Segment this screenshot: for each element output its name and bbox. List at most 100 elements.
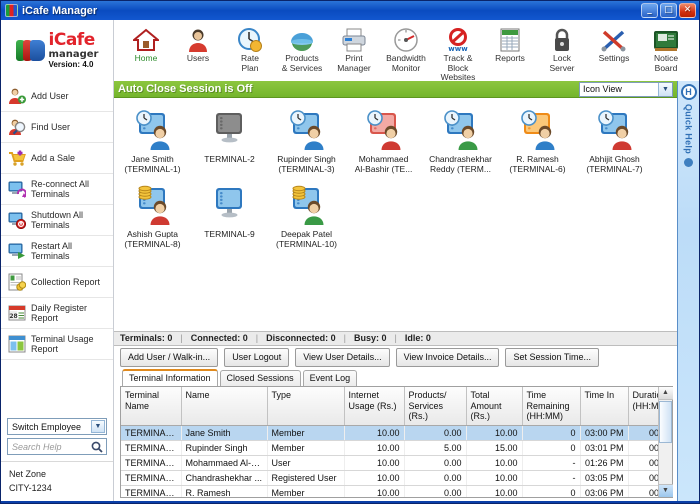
- tab-closed-sessions[interactable]: Closed Sessions: [220, 370, 301, 386]
- table-row[interactable]: TERMINAL-5Chandrashekhar ...Registered U…: [121, 471, 658, 486]
- help-icon: ?: [692, 25, 700, 52]
- sidebar-item-restart-all-terminals[interactable]: Restart All Terminals: [1, 236, 113, 267]
- minimize-button[interactable]: _: [641, 3, 658, 18]
- table-row[interactable]: TERMINAL-3Rupinder SinghMember10.005.001…: [121, 441, 658, 456]
- sidebar-item-add-a-sale[interactable]: Add a Sale: [1, 143, 113, 174]
- table-cell: 0.00: [404, 456, 466, 471]
- scroll-down-arrow-icon[interactable]: ▼: [659, 484, 673, 497]
- terminal-id: (TERMINAL-1): [115, 164, 190, 174]
- toolbar-item-notice-board[interactable]: Notice Board: [640, 23, 692, 73]
- view-invoice-details-button[interactable]: View Invoice Details...: [396, 348, 500, 367]
- sidebar-item-find-user[interactable]: Find User: [1, 112, 113, 143]
- toolbar-item-home[interactable]: Home: [120, 23, 172, 64]
- terminal-tile-label: Deepak Patel(TERMINAL-10): [269, 229, 344, 250]
- connected-label: Connected:: [191, 333, 241, 343]
- terminal-table: Terminal NameNameTypeInternet Usage (Rs.…: [121, 387, 658, 497]
- main-body: Add User Find User: [1, 81, 699, 501]
- table-cell: 0: [522, 426, 580, 441]
- toolbar-item-bandwidth-monitor[interactable]: Bandwidth Monitor: [380, 23, 432, 73]
- svg-text:28: 28: [9, 313, 17, 320]
- table-cell: Mohammaed Al-B...: [181, 456, 267, 471]
- maximize-button[interactable]: □: [660, 3, 677, 18]
- scroll-up-arrow-icon[interactable]: ▲: [659, 387, 673, 400]
- net-zone-name: Net Zone: [9, 468, 105, 482]
- quick-help-rail[interactable]: H Quick Help: [677, 81, 699, 501]
- main-toolbar: Home Users: [114, 20, 700, 81]
- reconnect-terminals-icon: [8, 180, 26, 198]
- table-cell: 00:00: [628, 486, 658, 497]
- table-cell: TERMINAL-3: [121, 441, 181, 456]
- view-user-details-button[interactable]: View User Details...: [295, 348, 389, 367]
- close-button[interactable]: ✕: [679, 3, 696, 18]
- terminal-state-icon: [269, 108, 344, 152]
- set-session-time-button[interactable]: Set Session Time...: [505, 348, 599, 367]
- sidebar-item-add-user[interactable]: Add User: [1, 81, 113, 112]
- table-cell: TERMINAL-5: [121, 471, 181, 486]
- terminal-tile[interactable]: R. Ramesh(TERMINAL-6): [499, 106, 576, 181]
- table-column-header[interactable]: Products/ Services (Rs.): [404, 387, 466, 426]
- quick-help-badge-icon[interactable]: H: [681, 84, 697, 100]
- table-column-header[interactable]: Type: [267, 387, 344, 426]
- table-column-header[interactable]: Duration (HH:MM): [628, 387, 658, 426]
- add-user-walkin-button[interactable]: Add User / Walk-in...: [120, 348, 218, 367]
- terminal-user-name: R. Ramesh: [500, 154, 575, 164]
- divider: |: [180, 333, 182, 343]
- table-row[interactable]: TERMINAL-6R. RameshMember10.000.0010.000…: [121, 486, 658, 497]
- table-column-header[interactable]: Time Remaining (HH:MM): [522, 387, 580, 426]
- collection-report-icon: [8, 273, 26, 291]
- view-mode-select[interactable]: Icon View ▼: [579, 82, 673, 97]
- terminal-tile[interactable]: MohammaedAl-Bashir (TE...: [345, 106, 422, 181]
- toolbar-label-l1: Reports: [484, 54, 536, 64]
- sidebar-item-label: Shutdown All Terminals: [31, 210, 109, 230]
- terminal-tile[interactable]: Abhijit Ghosh(TERMINAL-7): [576, 106, 653, 181]
- terminal-tile[interactable]: TERMINAL-2: [191, 106, 268, 181]
- terminal-tile[interactable]: Jane Smith(TERMINAL-1): [114, 106, 191, 181]
- table-vertical-scrollbar[interactable]: ▲ ▼: [658, 387, 672, 497]
- sidebar-item-collection-report[interactable]: Collection Report: [1, 267, 113, 298]
- toolbar-item-users[interactable]: Users: [172, 23, 224, 64]
- terminal-tile[interactable]: Ashish Gupta(TERMINAL-8): [114, 181, 191, 256]
- sidebar-item-shutdown-all-terminals[interactable]: Shutdown All Terminals: [1, 205, 113, 236]
- sidebar-item-terminal-usage-report[interactable]: Terminal Usage Report: [1, 329, 113, 360]
- sidebar-item-reconnect-all-terminals[interactable]: Re-connect All Terminals: [1, 174, 113, 205]
- toolbar-item-rate-plan[interactable]: Rate Plan: [224, 23, 276, 73]
- toolbar-item-settings[interactable]: Settings: [588, 23, 640, 64]
- table-column-header[interactable]: Name: [181, 387, 267, 426]
- terminal-state-icon: [423, 108, 498, 152]
- table-cell: 10.00: [344, 426, 404, 441]
- sidebar-item-label: Find User: [31, 122, 70, 132]
- toolbar-item-track-block-websites[interactable]: www Track & Block Websites: [432, 23, 484, 83]
- table-column-header[interactable]: Time In: [580, 387, 628, 426]
- terminal-tile[interactable]: Rupinder Singh(TERMINAL-3): [268, 106, 345, 181]
- terminal-tile-label: R. Ramesh(TERMINAL-6): [500, 154, 575, 175]
- terminal-tile-label: Ashish Gupta(TERMINAL-8): [115, 229, 190, 250]
- table-cell: 00:10: [628, 426, 658, 441]
- user-logout-button[interactable]: User Logout: [224, 348, 289, 367]
- table-row[interactable]: TERMINAL-1Jane SmithMember10.000.0010.00…: [121, 426, 658, 441]
- scrollbar-thumb[interactable]: [659, 401, 672, 443]
- idle-value: 0: [426, 333, 431, 343]
- switch-employee-select[interactable]: Switch Employee ▼: [7, 418, 107, 435]
- terminal-tile[interactable]: TERMINAL-9: [191, 181, 268, 256]
- tab-terminal-information[interactable]: Terminal Information: [122, 369, 218, 386]
- toolbar-item-products-services[interactable]: Products & Services: [276, 23, 328, 73]
- terminal-user-name: Ashish Gupta: [115, 229, 190, 239]
- terminal-tile[interactable]: ChandrashekharReddy (TERM...: [422, 106, 499, 181]
- toolbar-item-print-manager[interactable]: Print Manager: [328, 23, 380, 73]
- quick-help-expand-icon[interactable]: [684, 158, 693, 167]
- search-help-input[interactable]: Search Help: [7, 438, 107, 455]
- search-icon[interactable]: [91, 441, 103, 453]
- sidebar-item-daily-register-report[interactable]: 28 Daily Register Report: [1, 298, 113, 329]
- toolbar-item-lock-server[interactable]: Lock Server: [536, 23, 588, 73]
- toolbar-item-reports[interactable]: Reports: [484, 23, 536, 64]
- table-column-header[interactable]: Terminal Name: [121, 387, 181, 426]
- toolbar-item-help[interactable]: ? Help: [692, 23, 700, 64]
- terminal-tile[interactable]: Deepak Patel(TERMINAL-10): [268, 181, 345, 256]
- tab-event-log[interactable]: Event Log: [303, 370, 358, 386]
- table-cell: 15.00: [466, 441, 522, 456]
- terminal-tile-label: ChandrashekharReddy (TERM...: [423, 154, 498, 175]
- table-column-header[interactable]: Total Amount (Rs.): [466, 387, 522, 426]
- table-row[interactable]: TERMINAL-4Mohammaed Al-B...User10.000.00…: [121, 456, 658, 471]
- table-column-header[interactable]: Internet Usage (Rs.): [344, 387, 404, 426]
- disconnected-value: 0: [331, 333, 336, 343]
